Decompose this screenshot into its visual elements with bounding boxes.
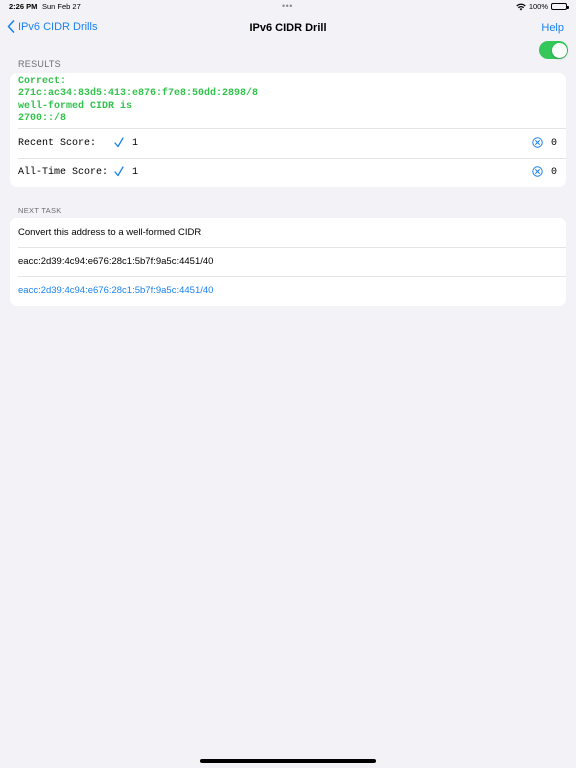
- all-time-score-label: All-Time Score:: [18, 167, 109, 178]
- status-bar: 2:26 PM Sun Feb 27 ••• 100%: [0, 0, 576, 14]
- toggle-switch[interactable]: [539, 41, 568, 59]
- check-icon: [114, 166, 124, 177]
- wifi-icon: [516, 3, 526, 10]
- answer-input[interactable]: eacc:2d39:4c94:e676:28c1:5b7f:9a5c:4451/…: [18, 276, 558, 305]
- next-task-header: NEXT TASK: [18, 206, 62, 215]
- recent-score-label: Recent Score:: [18, 138, 97, 149]
- toggle-knob: [551, 42, 567, 58]
- status-indicators: 100%: [516, 2, 569, 11]
- xmark-circle-icon: [532, 166, 543, 177]
- task-card: Convert this address to a well-formed CI…: [10, 218, 566, 306]
- task-instruction: Convert this address to a well-formed CI…: [18, 227, 202, 238]
- help-button[interactable]: Help: [541, 22, 564, 34]
- result-message: Correct: 271c:ac34:83d5:413:e876:f7e8:50…: [18, 76, 259, 124]
- multitask-dots[interactable]: •••: [282, 2, 293, 11]
- results-header: RESULTS: [18, 59, 61, 69]
- home-indicator[interactable]: [200, 759, 376, 763]
- all-time-correct-count: 1: [132, 167, 139, 178]
- all-time-score-row: All-Time Score: 1 0: [10, 158, 566, 187]
- all-time-wrong-count: 0: [551, 167, 558, 178]
- battery-percent: 100%: [528, 2, 548, 11]
- recent-wrong-count: 0: [551, 138, 558, 149]
- results-card: Correct: 271c:ac34:83d5:413:e876:f7e8:50…: [10, 73, 566, 187]
- recent-correct-count: 1: [132, 138, 139, 149]
- battery-icon: [551, 3, 569, 10]
- xmark-circle-icon: [532, 137, 543, 148]
- page-title: IPv6 CIDR Drill: [249, 22, 327, 34]
- check-icon: [114, 137, 124, 148]
- status-time: 2:26 PM: [9, 2, 38, 11]
- status-date: Sun Feb 27: [42, 2, 81, 11]
- recent-score-row: Recent Score: 1 0: [10, 129, 566, 158]
- task-address: eacc:2d39:4c94:e676:28c1:5b7f:9a5c:4451/…: [18, 256, 214, 267]
